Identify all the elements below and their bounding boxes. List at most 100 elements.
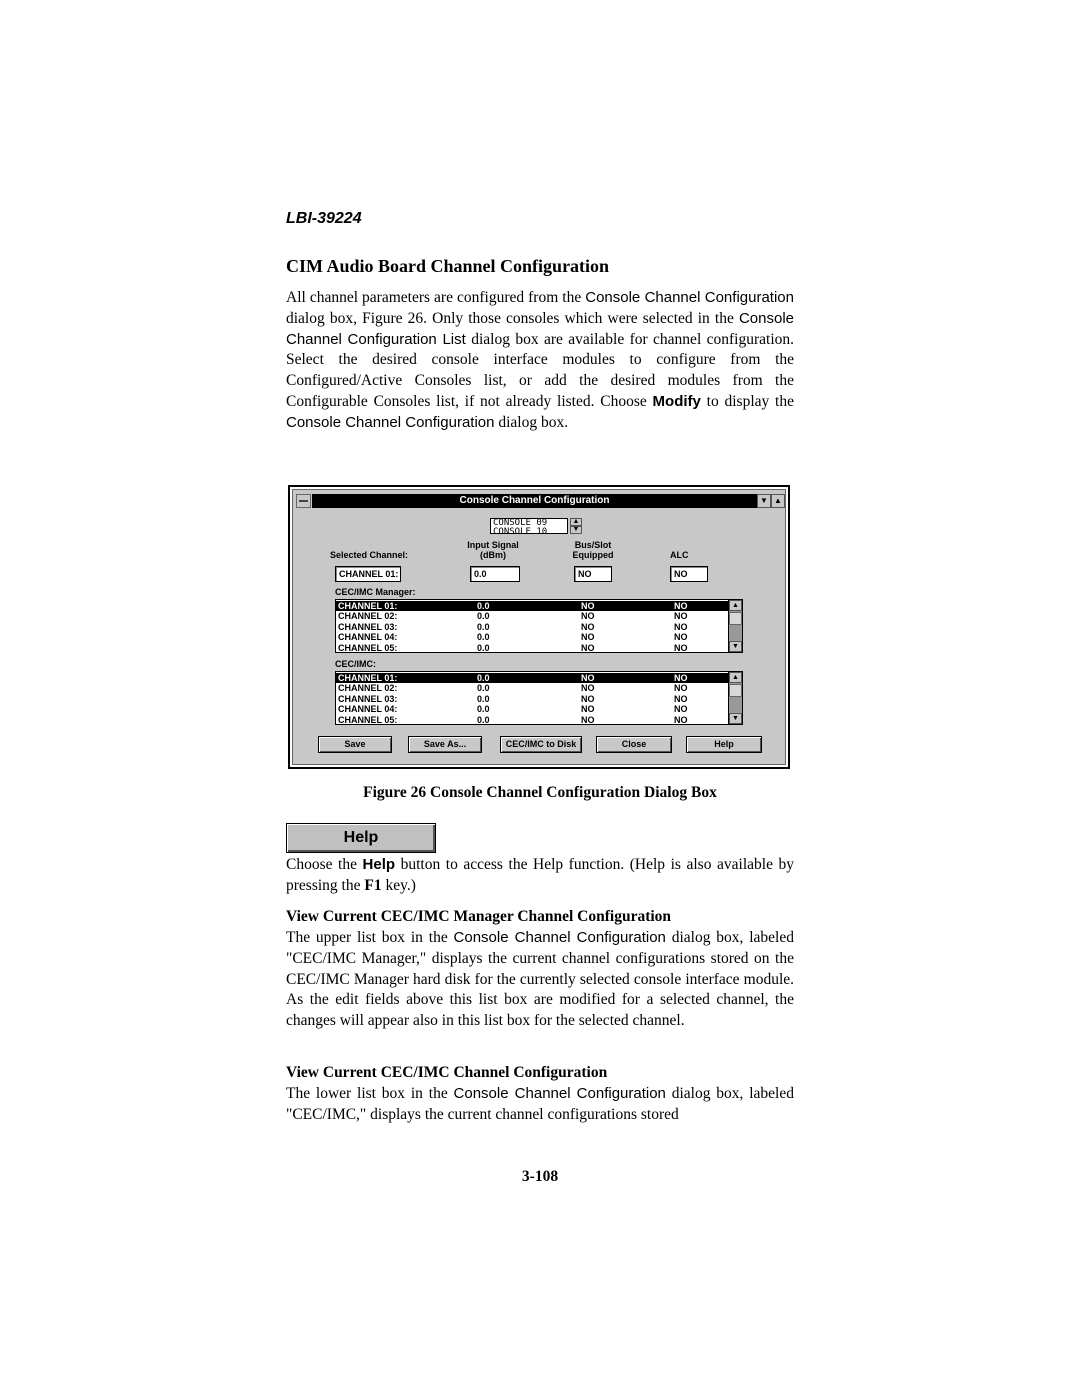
cec-imc-section-paragraph: The lower list box in the Console Channe… <box>286 1085 794 1123</box>
channel-channel-cell: CHANNEL 01: <box>338 601 398 611</box>
console-channel-configuration-dialog: Console Channel Configuration ▼ ▲ CONSOL… <box>288 485 790 769</box>
channel-equipped-cell: NO <box>581 693 595 704</box>
channel-equipped-cell: NO <box>581 704 595 715</box>
close-button[interactable]: Close <box>596 736 672 753</box>
help-button-illustration: Help <box>286 823 436 853</box>
channel-row[interactable]: CHANNEL 03: 0.0 NO NO <box>336 694 728 704</box>
channel-signal-cell: 0.0 <box>477 642 490 653</box>
alc-label: ALC <box>670 550 689 560</box>
save-button[interactable]: Save <box>318 736 392 753</box>
figure-caption: Figure 26 Console Channel Configuration … <box>363 784 717 801</box>
maximize-icon[interactable]: ▲ <box>771 494 785 508</box>
bus-slot-equipped-label: Bus/Slot Equipped <box>572 540 614 560</box>
channel-row[interactable]: CHANNEL 03: 0.0 NO NO <box>336 622 728 632</box>
channel-equipped-cell: NO <box>581 601 595 611</box>
cec-imc-list-scrollbar[interactable]: ▲ ▼ <box>728 672 742 724</box>
channel-signal-cell: 0.0 <box>477 704 490 715</box>
channel-alc-cell: NO <box>674 693 688 704</box>
channel-equipped-cell: NO <box>581 642 595 653</box>
channel-row[interactable]: CHANNEL 04: 0.0 NO NO <box>336 632 728 642</box>
channel-signal-cell: 0.0 <box>477 611 490 622</box>
ui-term: Console Channel Configuration <box>453 929 666 946</box>
channel-row[interactable]: CHANNEL 05: 0.0 NO NO <box>336 715 728 725</box>
selected-channel-label: Selected Channel: <box>330 550 409 560</box>
ui-term: Console Channel Configuration <box>286 413 495 431</box>
scroll-up-icon[interactable]: ▲ <box>729 600 742 611</box>
channel-equipped-cell: NO <box>581 673 595 683</box>
scroll-up-icon[interactable]: ▲ <box>729 672 742 683</box>
channel-channel-cell: CHANNEL 03: <box>338 693 398 704</box>
bus-slot-equipped-field[interactable]: NO <box>574 566 612 582</box>
channel-channel-cell: CHANNEL 05: <box>338 714 398 725</box>
channel-equipped-cell: NO <box>581 611 595 622</box>
cec-imc-manager-list[interactable]: CHANNEL 01: 0.0 NO NO CHANNEL 02: 0.0 NO NO CHAN… <box>335 599 743 653</box>
document-id: LBI-39224 <box>286 210 362 227</box>
section-heading: CIM Audio Board Channel Configuration <box>286 256 610 276</box>
manager-section-heading: View Current CEC/IMC Manager Channel Con… <box>286 908 672 925</box>
channel-alc-cell: NO <box>674 673 688 683</box>
ui-term: Console Channel Configuration <box>453 1085 666 1102</box>
channel-row[interactable]: CHANNEL 01: 0.0 NO NO <box>336 673 728 684</box>
channel-row[interactable]: CHANNEL 05: 0.0 NO NO <box>336 643 728 653</box>
channel-signal-cell: 0.0 <box>477 683 490 694</box>
channel-signal-cell: 0.0 <box>477 632 490 643</box>
channel-signal-cell: 0.0 <box>477 601 490 611</box>
alc-field[interactable]: NO <box>670 566 708 582</box>
channel-channel-cell: CHANNEL 01: <box>338 673 398 683</box>
channel-equipped-cell: NO <box>581 621 595 632</box>
manager-section-paragraph: The upper list box in the Console Channe… <box>286 929 794 1030</box>
channel-signal-cell: 0.0 <box>477 673 490 683</box>
channel-row[interactable]: CHANNEL 04: 0.0 NO NO <box>336 704 728 714</box>
system-menu-icon[interactable] <box>296 494 311 508</box>
console-option[interactable]: CONSOLE 10 <box>493 528 567 534</box>
cec-imc-to-disk-button[interactable]: CEC/IMC to Disk <box>500 736 582 753</box>
channel-alc-cell: NO <box>674 611 688 622</box>
save-as-button[interactable]: Save As... <box>408 736 482 753</box>
page-number: 3-108 <box>521 1168 559 1185</box>
channel-channel-cell: CHANNEL 02: <box>338 611 398 622</box>
input-signal-label: Input Signal (dBm) <box>467 540 519 560</box>
channel-alc-cell: NO <box>674 621 688 632</box>
channel-alc-cell: NO <box>674 632 688 643</box>
scroll-down-icon[interactable]: ▼ <box>729 641 742 652</box>
spin-down-icon[interactable]: ▼ <box>570 526 582 534</box>
key-name: F1 <box>364 876 382 894</box>
input-signal-field[interactable]: 0.0 <box>470 566 520 582</box>
channel-equipped-cell: NO <box>581 714 595 725</box>
channel-alc-cell: NO <box>674 601 688 611</box>
scroll-thumb[interactable] <box>729 684 742 697</box>
dialog-title: Console Channel Configuration <box>312 494 757 508</box>
minimize-icon[interactable]: ▼ <box>757 494 771 508</box>
ui-term: Modify <box>652 392 701 410</box>
cec-imc-manager-label: CEC/IMC Manager: <box>335 587 416 597</box>
channel-channel-cell: CHANNEL 03: <box>338 621 398 632</box>
console-select-list[interactable]: CONSOLE 09 CONSOLE 10 <box>490 518 568 534</box>
cec-imc-list[interactable]: CHANNEL 01: 0.0 NO NO CHANNEL 02: 0.0 NO NO CHAN… <box>335 671 743 725</box>
selected-channel-field[interactable]: CHANNEL 01: <box>335 566 401 582</box>
channel-row[interactable]: CHANNEL 01: 0.0 NO NO <box>336 601 728 612</box>
spin-up-icon[interactable]: ▲ <box>570 518 582 526</box>
channel-channel-cell: CHANNEL 04: <box>338 704 398 715</box>
manager-list-scrollbar[interactable]: ▲ ▼ <box>728 600 742 652</box>
channel-equipped-cell: NO <box>581 683 595 694</box>
channel-signal-cell: 0.0 <box>477 621 490 632</box>
scroll-thumb[interactable] <box>729 612 742 625</box>
channel-alc-cell: NO <box>674 704 688 715</box>
channel-signal-cell: 0.0 <box>477 714 490 725</box>
channel-channel-cell: CHANNEL 05: <box>338 642 398 653</box>
channel-alc-cell: NO <box>674 683 688 694</box>
ui-term: Help <box>362 856 396 873</box>
channel-row[interactable]: CHANNEL 02: 0.0 NO NO <box>336 683 728 693</box>
scroll-down-icon[interactable]: ▼ <box>729 713 742 724</box>
cec-imc-section-heading: View Current CEC/IMC Channel Configurati… <box>286 1064 608 1081</box>
channel-row[interactable]: CHANNEL 02: 0.0 NO NO <box>336 611 728 621</box>
channel-channel-cell: CHANNEL 04: <box>338 632 398 643</box>
intro-paragraph: All channel parameters are configured fr… <box>286 289 795 431</box>
channel-alc-cell: NO <box>674 714 688 725</box>
help-paragraph: Choose the Help button to access the Hel… <box>286 856 794 894</box>
channel-signal-cell: 0.0 <box>477 693 490 704</box>
channel-equipped-cell: NO <box>581 632 595 643</box>
ui-term: Console Channel Configuration <box>585 289 794 306</box>
help-dialog-button[interactable]: Help <box>686 736 762 753</box>
channel-alc-cell: NO <box>674 642 688 653</box>
